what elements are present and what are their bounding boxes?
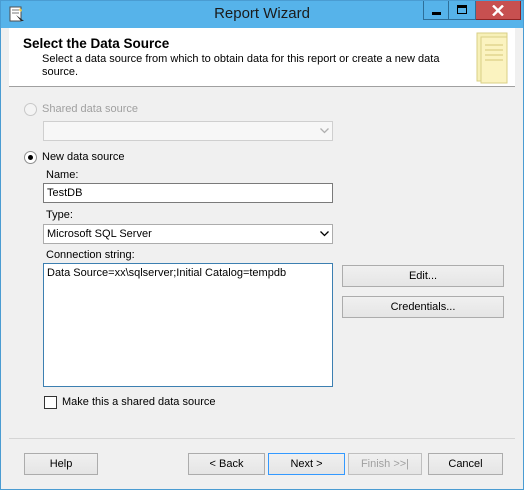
- chevron-down-icon: [320, 231, 329, 237]
- connection-string-input[interactable]: Data Source=xx\sqlserver;Initial Catalog…: [43, 263, 333, 387]
- next-button[interactable]: Next >: [268, 453, 345, 475]
- make-shared-label: Make this a shared data source: [62, 396, 216, 408]
- close-icon: [492, 5, 504, 16]
- page-description: Select a data source from which to obtai…: [42, 53, 440, 78]
- title-bar[interactable]: Report Wizard: [1, 1, 523, 28]
- wizard-header: Select the Data Source Select a data sou…: [9, 28, 515, 87]
- type-label: Type:: [46, 209, 73, 221]
- name-input[interactable]: TestDB: [43, 183, 333, 203]
- connection-string-value: Data Source=xx\sqlserver;Initial Catalog…: [47, 267, 287, 279]
- type-dropdown-value: Microsoft SQL Server: [47, 228, 152, 240]
- minimize-icon: [432, 12, 441, 15]
- chevron-down-icon: [320, 128, 329, 134]
- minimize-button[interactable]: [423, 1, 449, 20]
- radio-selected-dot: [28, 155, 33, 160]
- credentials-button[interactable]: Credentials...: [342, 296, 504, 318]
- shared-data-source-label: Shared data source: [42, 103, 139, 115]
- new-data-source-radio[interactable]: [24, 151, 37, 164]
- name-label: Name:: [46, 169, 79, 181]
- connection-string-label: Connection string:: [46, 249, 135, 261]
- report-wizard-window: Report Wizard Select the Data Source Sel…: [0, 0, 524, 490]
- cancel-button[interactable]: Cancel: [428, 453, 503, 475]
- shared-data-source-radio[interactable]: [24, 103, 37, 116]
- make-shared-checkbox[interactable]: [44, 396, 57, 409]
- maximize-button[interactable]: [449, 1, 476, 20]
- back-button[interactable]: < Back: [188, 453, 265, 475]
- maximize-icon: [457, 5, 467, 14]
- name-input-value: TestDB: [47, 187, 83, 199]
- finish-button[interactable]: Finish >>|: [348, 453, 422, 475]
- new-data-source-label: New data source: [42, 151, 125, 163]
- report-document-icon: [476, 32, 508, 84]
- page-title: Select the Data Source: [23, 36, 170, 51]
- shared-data-source-dropdown[interactable]: [43, 121, 333, 141]
- close-button[interactable]: [476, 1, 521, 20]
- edit-button[interactable]: Edit...: [342, 265, 504, 287]
- type-dropdown[interactable]: Microsoft SQL Server: [43, 224, 333, 244]
- help-button[interactable]: Help: [24, 453, 98, 475]
